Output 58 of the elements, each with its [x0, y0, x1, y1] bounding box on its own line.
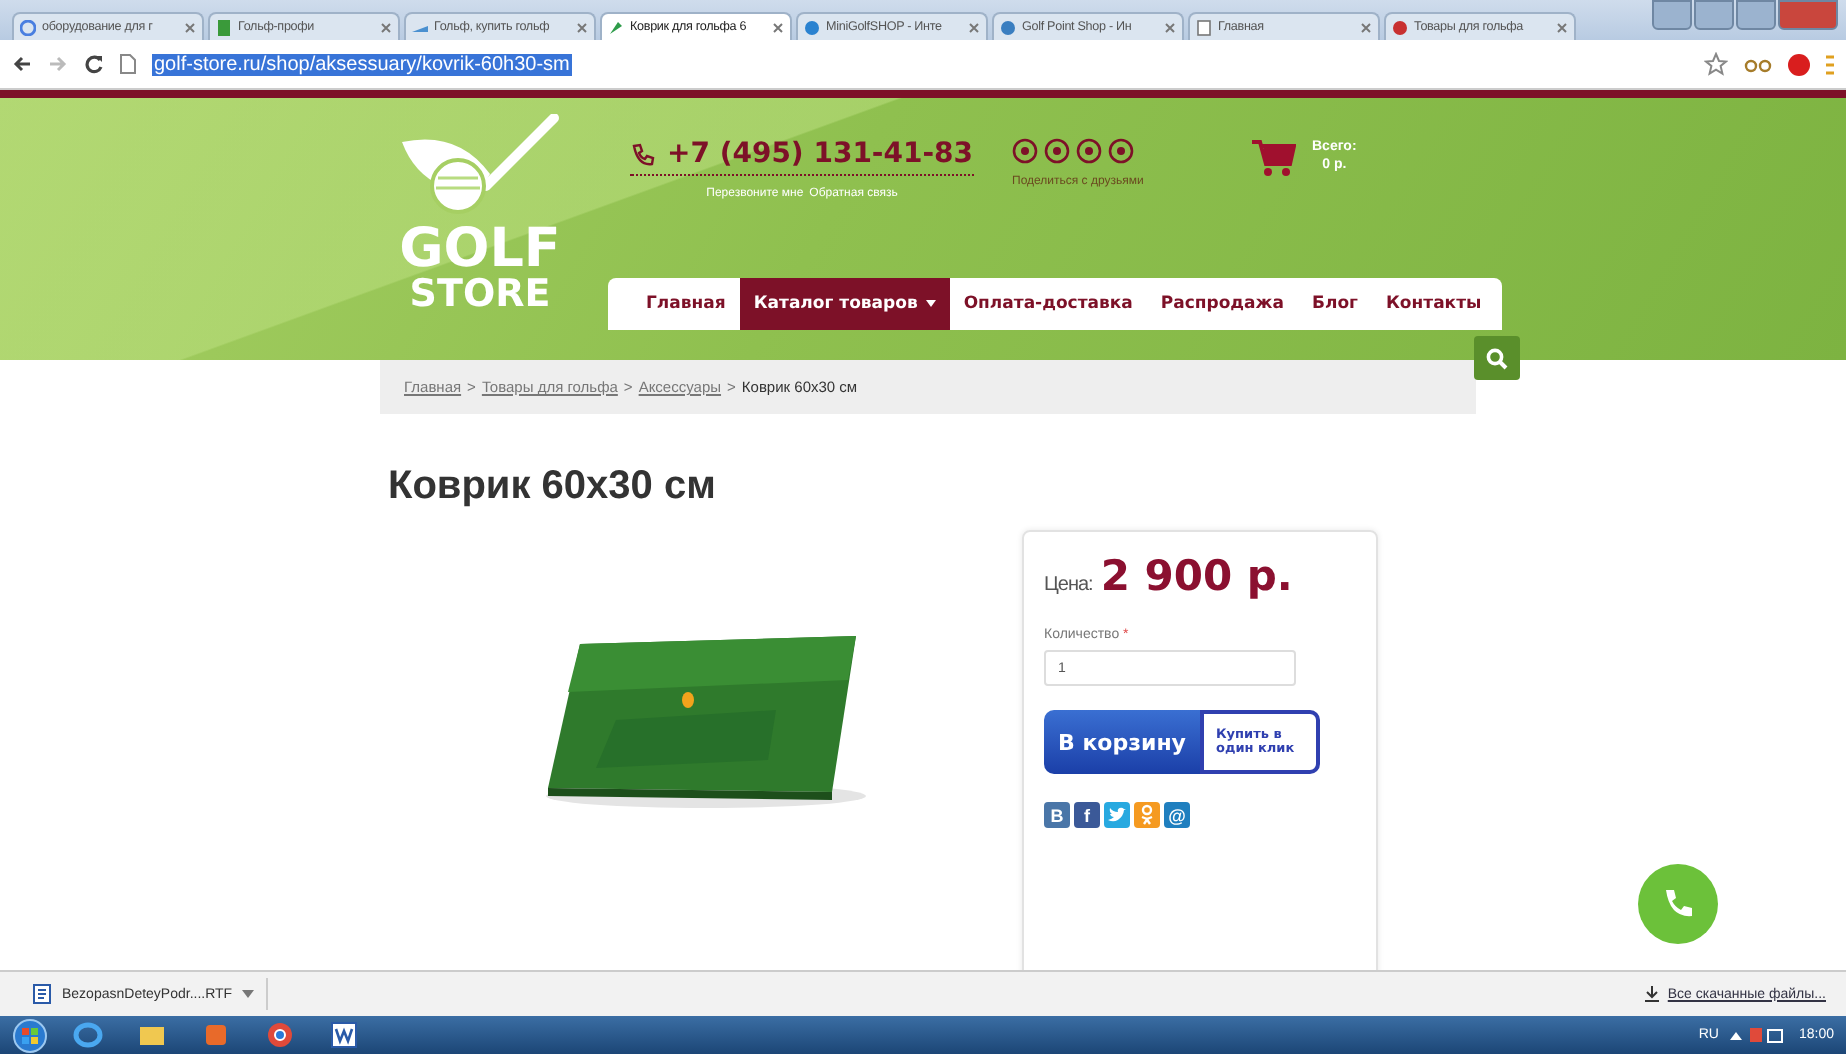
- social-icon[interactable]: [1044, 138, 1070, 164]
- site-icon: [804, 19, 820, 35]
- forward-icon[interactable]: [48, 54, 68, 74]
- close-icon[interactable]: [1360, 21, 1372, 33]
- extension-icon[interactable]: [1744, 54, 1772, 74]
- close-icon[interactable]: [1164, 21, 1176, 33]
- extension-icon[interactable]: [1788, 53, 1810, 75]
- close-icon[interactable]: [380, 21, 392, 33]
- file-icon: [32, 984, 52, 1004]
- tray-icons[interactable]: [1730, 1026, 1787, 1044]
- price-label: Цена:: [1044, 574, 1093, 596]
- social-icon[interactable]: [1076, 138, 1102, 164]
- close-icon[interactable]: [576, 21, 588, 33]
- price: 2 900 р.: [1100, 552, 1293, 600]
- phone-number[interactable]: +7 (495) 131-41-83: [666, 138, 974, 170]
- star-icon[interactable]: [1704, 52, 1728, 76]
- logo-text: STORE: [409, 276, 551, 314]
- nav-item[interactable]: Главная: [632, 278, 740, 330]
- site-icon: [608, 19, 624, 35]
- close-icon[interactable]: [772, 21, 784, 33]
- social-icon[interactable]: [1108, 138, 1134, 164]
- share-button[interactable]: @: [1164, 802, 1190, 828]
- site-icon: [1000, 19, 1016, 35]
- nav-item[interactable]: Распродажа: [1146, 278, 1298, 330]
- product-title: Коврик 60x30 см: [388, 464, 718, 510]
- site-icon: [216, 19, 232, 35]
- nav-item[interactable]: Блог: [1297, 278, 1372, 330]
- site-icon: [1392, 19, 1408, 35]
- logo-text: GOLF: [399, 222, 561, 276]
- reload-icon[interactable]: [84, 54, 104, 74]
- social-icon[interactable]: [1012, 138, 1038, 164]
- site-icon: [20, 19, 36, 35]
- call-button[interactable]: [1638, 864, 1718, 944]
- download-icon: [1643, 986, 1660, 1002]
- twitter-bird-icon[interactable]: [1104, 802, 1130, 828]
- nav-item[interactable]: Контакты: [1371, 278, 1496, 330]
- share-button[interactable]: f: [1074, 802, 1100, 828]
- nav-item[interactable]: Каталог товаров: [739, 278, 950, 330]
- address-field[interactable]: golf-store.ru/shop/aksessuary/kovrik-60h30-sm: [152, 53, 572, 75]
- page-icon: [120, 54, 136, 74]
- add-to-cart-button[interactable]: В корзину: [1044, 710, 1200, 774]
- phone-icon: [1660, 886, 1696, 922]
- cart-icon[interactable]: [1252, 138, 1296, 178]
- start-button[interactable]: [12, 1017, 48, 1053]
- nav-item[interactable]: Оплата-доставка: [949, 278, 1147, 330]
- person-icon[interactable]: [1134, 802, 1160, 828]
- phone-icon: [630, 141, 657, 167]
- site-icon: [1196, 19, 1212, 35]
- close-icon[interactable]: [968, 21, 980, 33]
- caret-icon[interactable]: [242, 990, 255, 998]
- close-icon[interactable]: [1556, 21, 1568, 33]
- close-icon[interactable]: [184, 21, 196, 33]
- menu-icon[interactable]: [1826, 53, 1834, 75]
- search-icon: [1486, 347, 1508, 369]
- search-button[interactable]: [1474, 336, 1520, 380]
- golf-club-icon: [398, 114, 562, 218]
- back-icon[interactable]: [12, 54, 32, 74]
- share-button[interactable]: B: [1044, 802, 1070, 828]
